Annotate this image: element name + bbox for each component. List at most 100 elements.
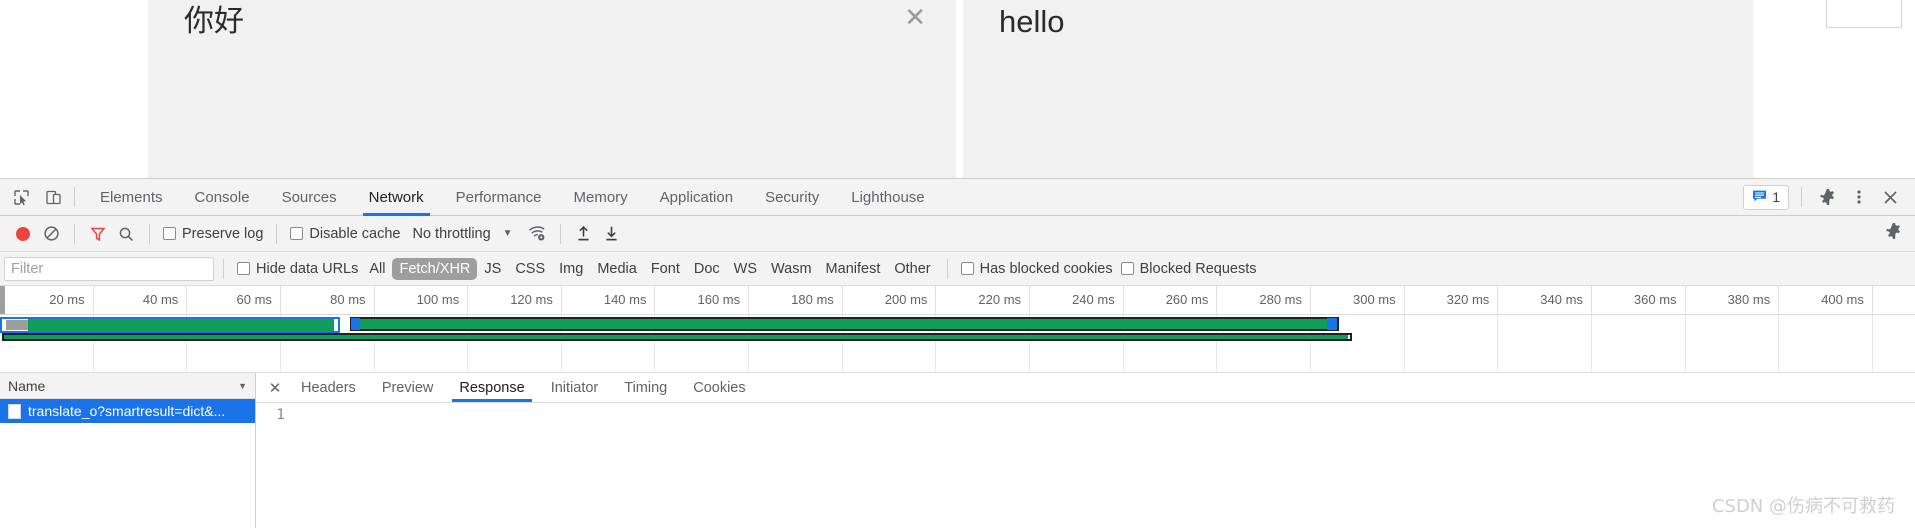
has-blocked-cookies-box <box>960 262 974 275</box>
line-number: 1 <box>256 405 292 426</box>
filter-type-other[interactable]: Other <box>887 258 937 280</box>
toolbar-divider-4 <box>559 223 561 244</box>
clear-requests-icon[interactable] <box>37 220 65 248</box>
source-text: 你好 <box>184 4 244 39</box>
detail-tab-headers[interactable]: Headers <box>288 373 369 402</box>
record-dot-icon[interactable] <box>9 220 37 248</box>
filter-type-doc[interactable]: Doc <box>687 258 727 280</box>
blocked-requests-checkbox[interactable]: Blocked Requests <box>1117 261 1261 277</box>
detail-tab-initiator[interactable]: Initiator <box>538 373 612 402</box>
network-settings-gear-icon[interactable] <box>1885 222 1903 243</box>
ruler-tick: 60 ms <box>187 286 281 314</box>
filter-type-js[interactable]: JS <box>477 258 508 280</box>
filter-input[interactable] <box>4 256 214 281</box>
blocked-requests-label: Blocked Requests <box>1139 260 1257 277</box>
table-row[interactable]: translate_o?smartresult=dict&... <box>0 399 255 423</box>
close-devtools-icon[interactable] <box>1876 183 1904 211</box>
tab-network[interactable]: Network <box>353 179 440 216</box>
filter-type-manifest[interactable]: Manifest <box>819 258 888 280</box>
detail-tab-response-label: Response <box>459 379 525 396</box>
import-har-up-arrow-icon[interactable] <box>570 220 598 248</box>
source-text-panel[interactable]: 你好 ✕ <box>148 0 956 178</box>
has-blocked-cookies-checkbox[interactable]: Has blocked cookies <box>957 261 1117 277</box>
hide-data-urls-checkbox[interactable]: Hide data URLs <box>233 261 362 277</box>
filter-type-css[interactable]: CSS <box>508 258 552 280</box>
request-bar-2-startcap[interactable] <box>351 318 361 330</box>
device-toolbar-icon[interactable] <box>42 186 65 209</box>
requests-list-pane: Name ▼ translate_o?smartresult=dict&... <box>0 373 256 528</box>
funnel-icon[interactable] <box>84 220 112 248</box>
preserve-log-box <box>163 227 176 240</box>
ruler-tick: 280 ms <box>1217 286 1311 314</box>
filter-type-wasm[interactable]: Wasm <box>764 258 819 280</box>
tab-performance[interactable]: Performance <box>440 179 558 216</box>
search-icon[interactable] <box>112 220 140 248</box>
tab-elements[interactable]: Elements <box>84 179 179 216</box>
gear-icon[interactable] <box>1814 183 1842 211</box>
response-body-viewer[interactable]: 1 <box>256 403 1915 528</box>
ruler-tick: 80 ms <box>281 286 375 314</box>
request-bar-3-fill[interactable] <box>4 335 1349 339</box>
ruler-tick: 260 ms <box>1124 286 1218 314</box>
screen-root: 你好 ✕ hello Elements Console Sources Netw… <box>0 0 1915 528</box>
tab-application[interactable]: Application <box>644 179 749 216</box>
throttling-select[interactable]: No throttling <box>404 226 490 242</box>
overview-gridline <box>1592 315 1686 372</box>
throttling-caret-icon[interactable]: ▼ <box>491 228 523 239</box>
page-corner-widget <box>1826 0 1902 28</box>
ruler-tick: 20 ms <box>0 286 94 314</box>
filter-type-img[interactable]: Img <box>552 258 590 280</box>
detail-tab-initiator-label: Initiator <box>550 379 599 396</box>
ruler-tick: 220 ms <box>936 286 1031 314</box>
detail-tab-response[interactable]: Response <box>446 373 537 402</box>
tabbar-divider <box>74 187 75 207</box>
tab-lighthouse-label: Lighthouse <box>851 188 925 206</box>
preserve-log-checkbox[interactable]: Preserve log <box>159 226 267 242</box>
filter-divider-2 <box>946 258 948 279</box>
sort-caret-icon[interactable]: ▼ <box>238 381 247 391</box>
detail-tab-cookies[interactable]: Cookies <box>680 373 758 402</box>
disable-cache-checkbox[interactable]: Disable cache <box>286 226 404 242</box>
filter-type-ws[interactable]: WS <box>727 258 764 280</box>
tab-lighthouse[interactable]: Lighthouse <box>835 179 940 216</box>
tab-console[interactable]: Console <box>179 179 266 216</box>
filter-divider-1 <box>223 258 224 279</box>
request-name-label: translate_o?smartresult=dict&... <box>28 403 226 419</box>
tab-memory[interactable]: Memory <box>558 179 644 216</box>
request-bar-1-fill[interactable] <box>28 319 334 331</box>
requests-overview-waterfall[interactable] <box>0 315 1915 373</box>
request-bar-2-endcap[interactable] <box>1326 318 1337 330</box>
ruler-tick: 160 ms <box>656 286 750 314</box>
network-conditions-icon[interactable] <box>523 220 551 248</box>
ruler-tick: 240 ms <box>1030 286 1124 314</box>
filter-type-media[interactable]: Media <box>590 258 644 280</box>
target-text-panel: hello <box>963 0 1753 178</box>
request-bar-1-queue[interactable] <box>6 320 28 330</box>
message-count-label: 1 <box>1772 189 1780 205</box>
filter-type-font[interactable]: Font <box>644 258 687 280</box>
detail-tab-timing[interactable]: Timing <box>611 373 680 402</box>
clear-source-icon[interactable]: ✕ <box>904 4 926 30</box>
ruler-tick: 320 ms <box>1405 286 1499 314</box>
ruler-tick: 380 ms <box>1686 286 1780 314</box>
close-detail-icon[interactable]: ✕ <box>262 373 288 402</box>
network-filter-bar: Hide data URLs All Fetch/XHR JS CSS Img … <box>0 252 1915 286</box>
inspect-element-icon[interactable] <box>10 186 33 209</box>
hide-data-urls-box <box>237 262 250 275</box>
request-bar-2-fill[interactable] <box>354 319 1335 329</box>
message-count-button[interactable]: 1 <box>1743 184 1789 210</box>
three-dots-vertical-icon[interactable] <box>1845 183 1873 211</box>
filter-type-all[interactable]: All <box>362 258 392 280</box>
ruler-tick: 140 ms <box>562 286 656 314</box>
requests-column-header[interactable]: Name ▼ <box>0 373 255 399</box>
ruler-tick: 360 ms <box>1592 286 1686 314</box>
request-detail-pane: ✕ Headers Preview Response Initiator Tim… <box>256 373 1915 528</box>
timeline-ruler[interactable]: 20 ms 40 ms 60 ms 80 ms 100 ms 120 ms 140 ms 16… <box>0 286 1915 315</box>
filter-type-fetch-xhr[interactable]: Fetch/XHR <box>392 257 478 280</box>
overview-gridline <box>1405 315 1499 372</box>
detail-tab-cookies-label: Cookies <box>693 379 746 396</box>
detail-tab-preview[interactable]: Preview <box>369 373 447 402</box>
export-har-down-arrow-icon[interactable] <box>598 220 626 248</box>
tab-sources[interactable]: Sources <box>266 179 353 216</box>
tab-security[interactable]: Security <box>749 179 835 216</box>
